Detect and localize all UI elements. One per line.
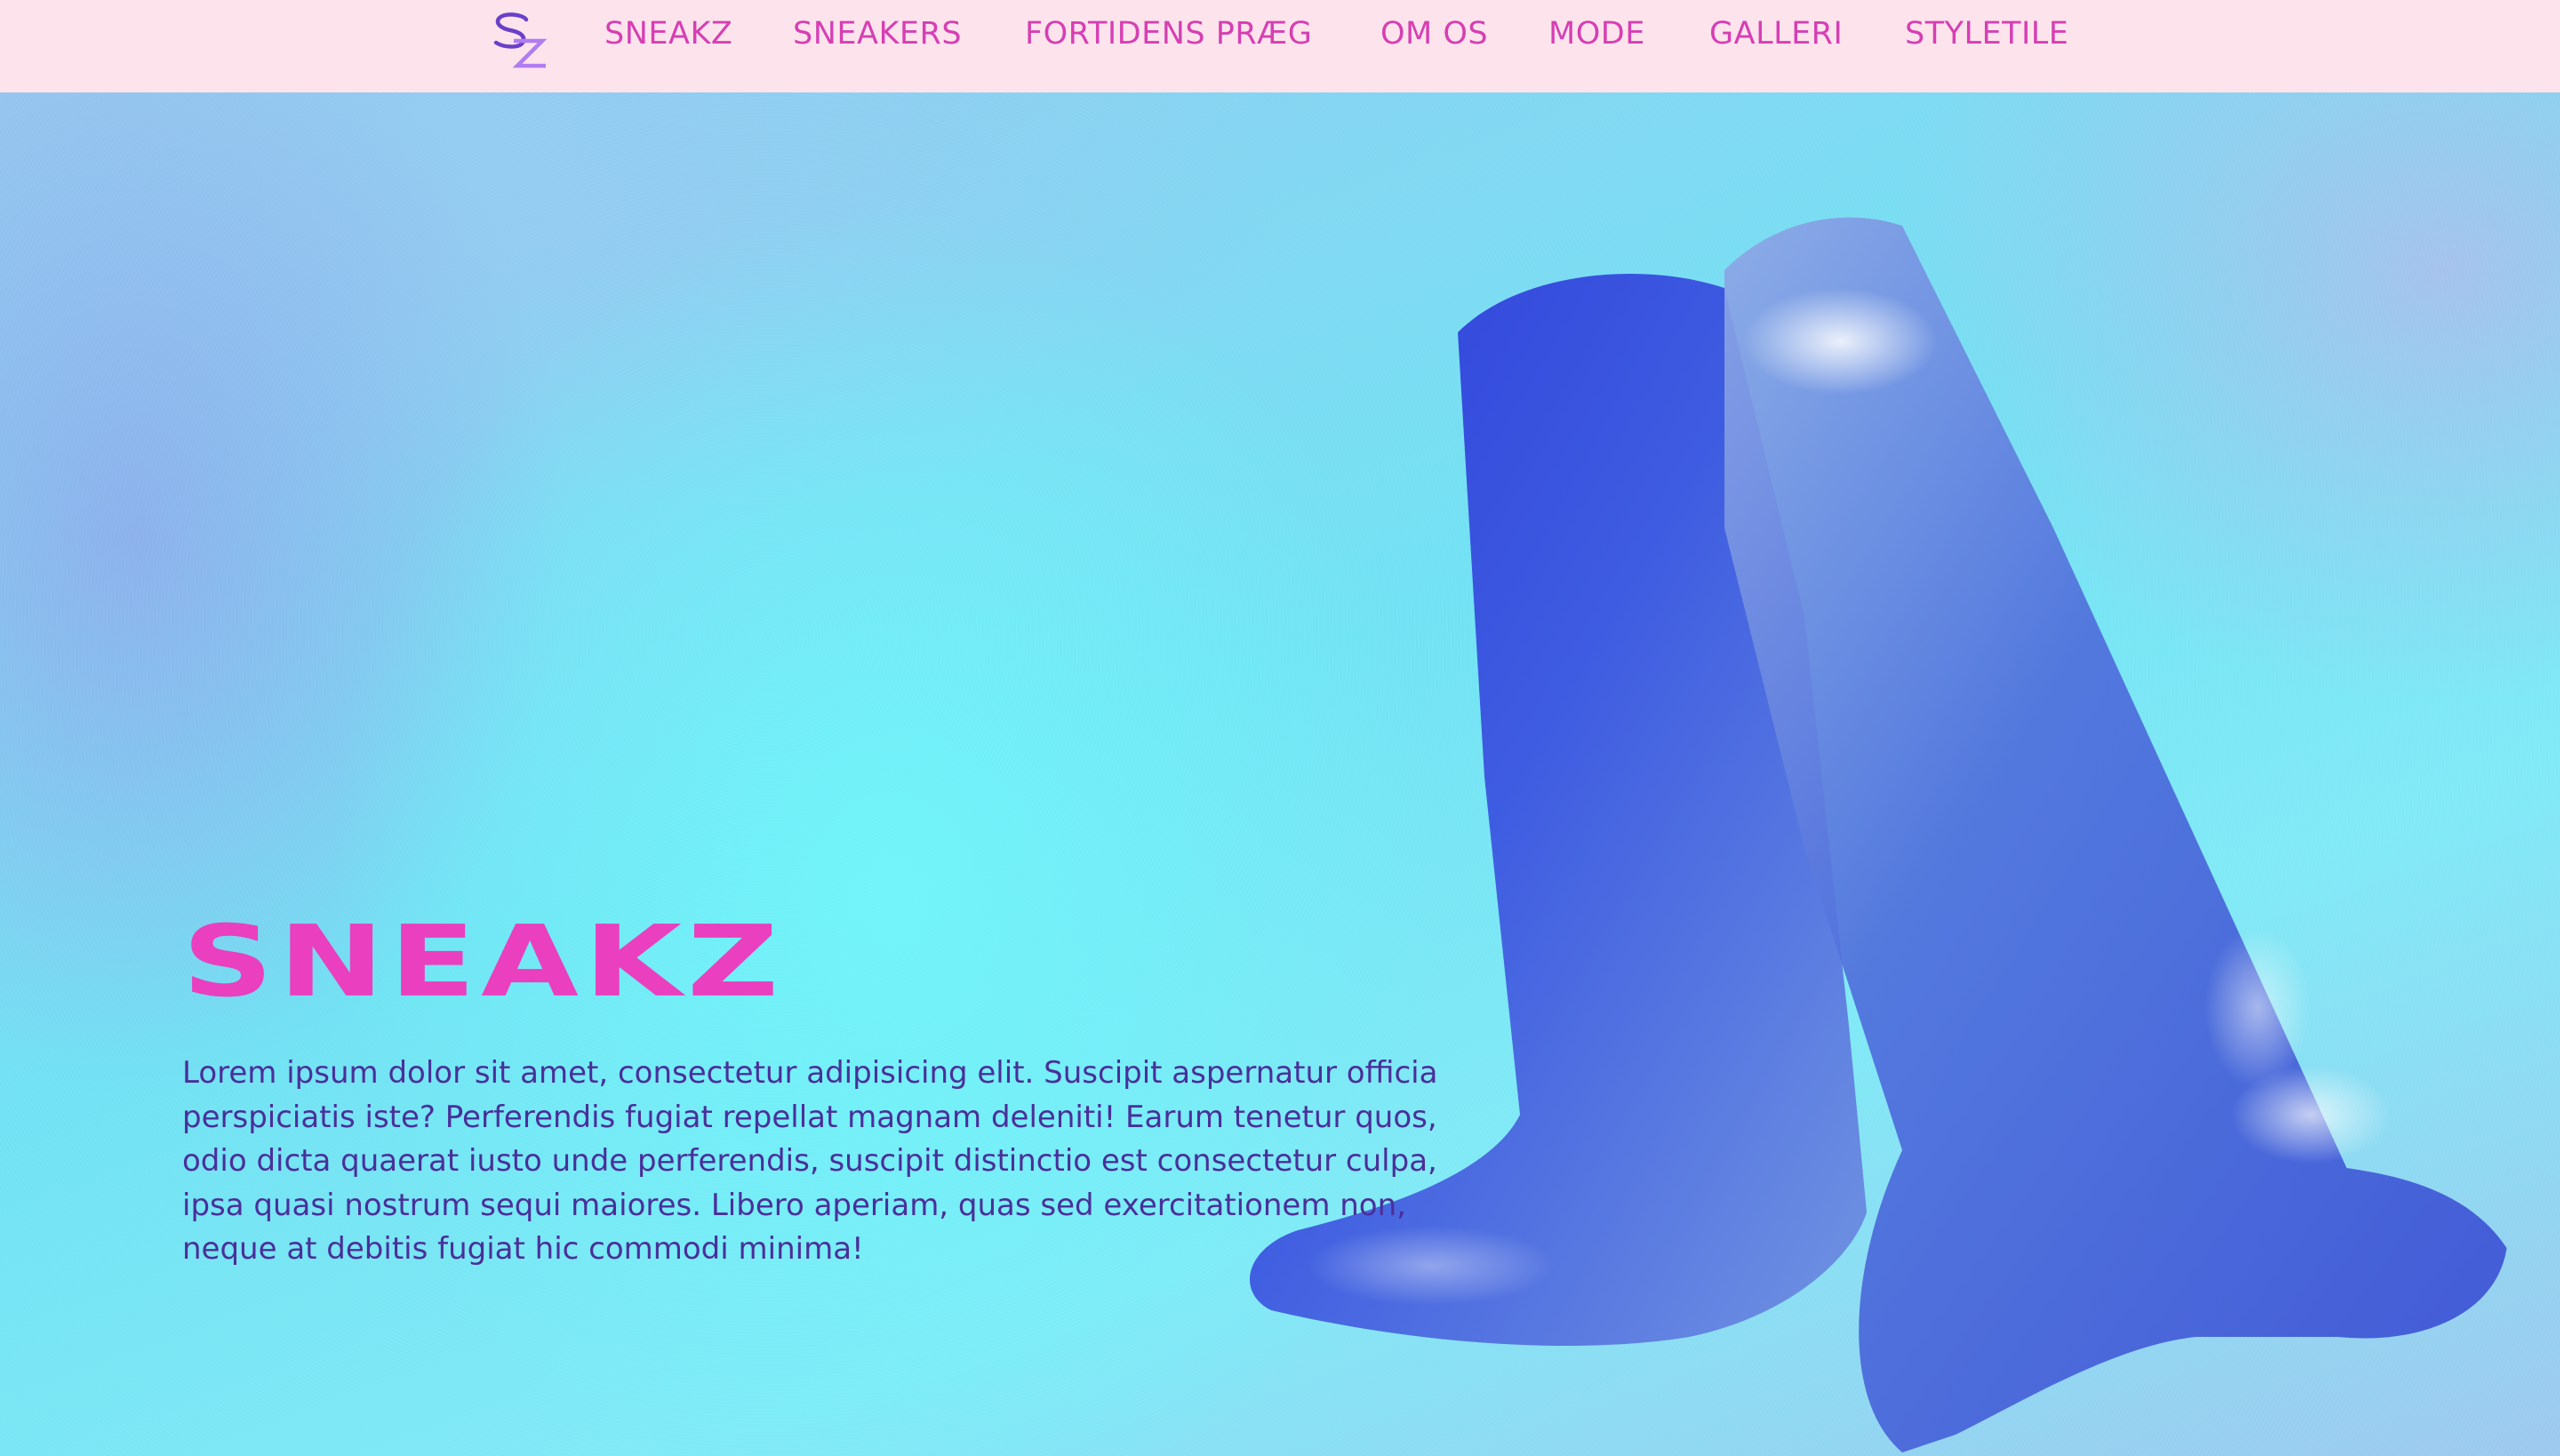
sz-logo-icon (493, 12, 548, 68)
logo-link[interactable] (487, 11, 549, 69)
hero-section: SNEAKZ Lorem ipsum dolor sit amet, conse… (0, 92, 2560, 1456)
top-navigation: SNEAKZ SNEAKERS FORTIDENS PRÆG OM OS MOD… (0, 0, 2560, 92)
nav-item-om-os[interactable]: OM OS (1380, 14, 1488, 53)
nav-item-fortidens-praeg[interactable]: FORTIDENS PRÆG (1025, 14, 1312, 53)
nav-item-sneakers[interactable]: SNEAKERS (793, 14, 962, 53)
nav-item-mode[interactable]: MODE (1548, 14, 1645, 53)
hero-title: SNEAKZ (182, 904, 785, 1020)
nav-item-styletile[interactable]: STYLETILE (1905, 14, 2068, 53)
hero-body-text: Lorem ipsum dolor sit amet, consectetur … (182, 1055, 1438, 1267)
nav-item-sneakz[interactable]: SNEAKZ (604, 14, 732, 53)
page: SNEAKZ SNEAKERS FORTIDENS PRÆG OM OS MOD… (0, 0, 2560, 1456)
nav-item-galleri[interactable]: GALLERI (1709, 14, 1843, 53)
